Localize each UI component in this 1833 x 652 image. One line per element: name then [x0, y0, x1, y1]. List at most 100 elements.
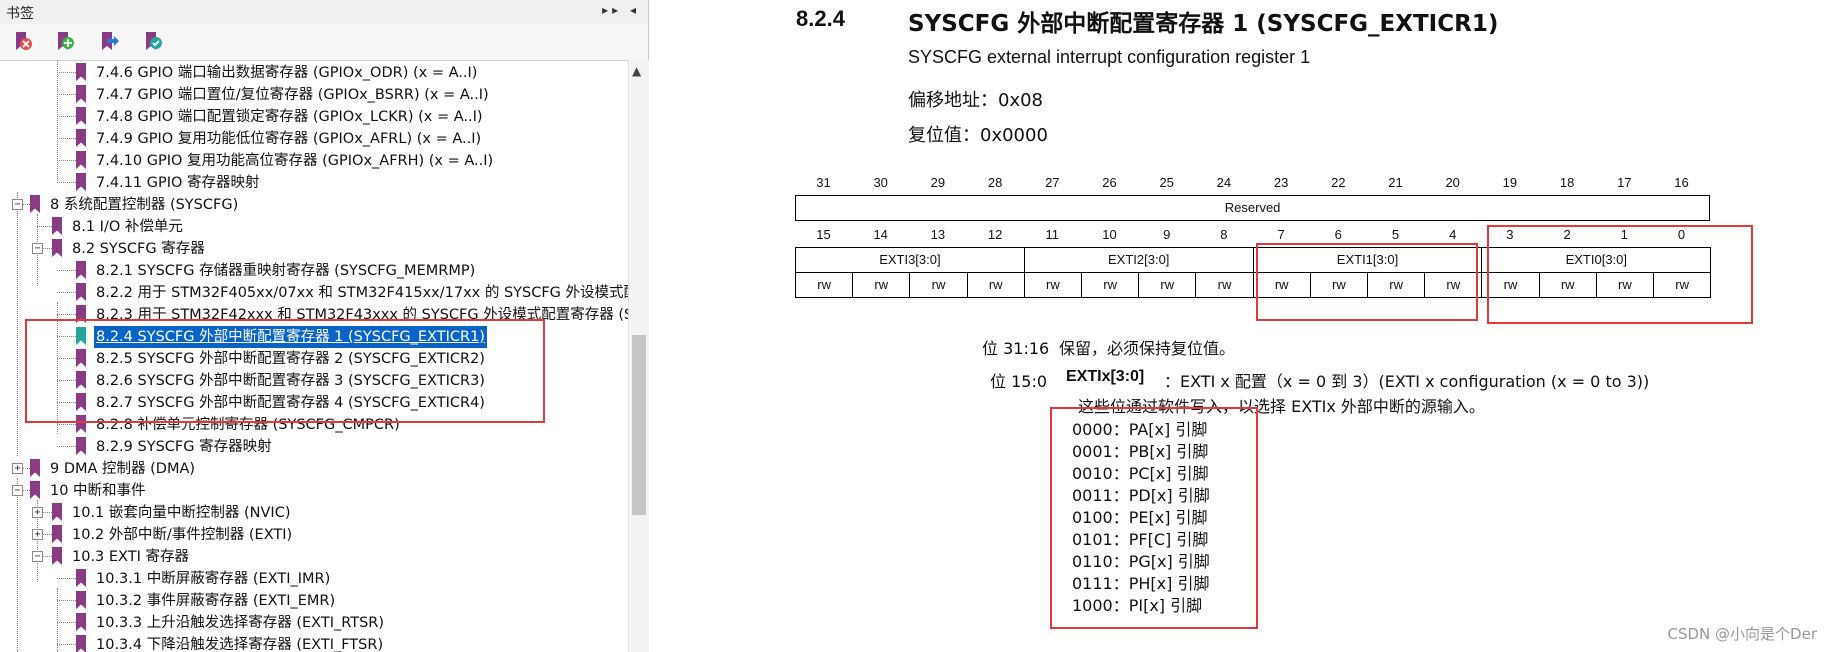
bit-number: 28 — [987, 175, 1003, 190]
bit-number: 26 — [1102, 175, 1117, 190]
bookmark-label: 10.3.4 下降沿触发选择寄存器 (EXTI_FTSR) — [96, 637, 384, 652]
panel-collapse-button[interactable]: ▸▸ ◂ — [602, 3, 640, 17]
bookmark-item[interactable]: 10.3.1 中断屏蔽寄存器 (EXTI_IMR) — [0, 568, 628, 590]
bookmark-label: 10.3.3 上升沿触发选择寄存器 (EXTI_RTSR) — [96, 615, 385, 631]
bit-number: 16 — [1674, 175, 1689, 190]
section-number: 8.2.4 — [796, 6, 845, 31]
bit-number: 4 — [1449, 227, 1457, 242]
bookmark-item[interactable]: − 10 中断和事件 — [0, 480, 628, 502]
annotation-box-exti0 — [1487, 225, 1753, 324]
bookmark-item[interactable]: − 8 系统配置控制器 (SYSCFG) — [0, 194, 628, 216]
section-subtitle: SYSCFG external interrupt configuration … — [908, 47, 1311, 67]
expand-icon[interactable]: + — [32, 507, 43, 518]
access-cell: rw — [1023, 272, 1082, 298]
tree-guide-line — [57, 270, 76, 271]
tree-guide-line — [57, 314, 76, 315]
bookmark-item[interactable]: +10.1 嵌套向量中断控制器 (NVIC) — [0, 502, 628, 524]
add-bookmark-icon[interactable] — [52, 29, 78, 55]
bit15-0-description: ：EXTI x 配置（x = 0 到 3）(EXTI x configurati… — [1164, 372, 1650, 391]
reserved-cell: Reserved — [795, 195, 1711, 221]
collapse-icon[interactable]: − — [32, 243, 43, 254]
bookmark-icon — [76, 151, 86, 169]
access-cell: rw — [1081, 272, 1140, 298]
bookmark-icon — [76, 591, 86, 609]
bookmark-label: 10.3.2 事件屏蔽寄存器 (EXTI_EMR) — [96, 593, 336, 609]
access-cell: rw — [1138, 272, 1197, 298]
bookmark-icon — [76, 107, 86, 125]
bookmark-item[interactable]: 7.4.6 GPIO 端口输出数据寄存器 (GPIOx_ODR) (x = A.… — [0, 62, 628, 84]
bookmark-icon — [76, 437, 86, 455]
bookmark-item[interactable]: 10.3.4 下降沿触发选择寄存器 (EXTI_FTSR) — [0, 634, 628, 652]
bookmark-icon — [52, 217, 62, 235]
bookmark-icon — [52, 525, 62, 543]
collapse-icon[interactable]: − — [32, 551, 43, 562]
offset-address: 偏移地址：0x08 — [908, 90, 1044, 111]
collapse-icon[interactable]: − — [12, 485, 23, 496]
bookmark-item[interactable]: 8.2.9 SYSCFG 寄存器映射 — [0, 436, 628, 458]
expand-icon[interactable]: + — [32, 529, 43, 540]
bit-number: 19 — [1502, 175, 1518, 190]
bit-number: 9 — [1163, 227, 1171, 242]
bookmark-label: 10.2 外部中断/事件控制器 (EXTI) — [72, 527, 293, 543]
tree-guide-line — [37, 226, 52, 227]
bookmark-icon — [76, 569, 86, 587]
bit-number: 20 — [1445, 175, 1460, 190]
bookmark-icon — [76, 173, 86, 191]
bookmark-icon — [30, 459, 40, 477]
bookmark-item[interactable]: 7.4.9 GPIO 复用功能低位寄存器 (GPIOx_AFRL) (x = A… — [0, 128, 628, 150]
bookmark-item[interactable]: 10.3.3 上升沿触发选择寄存器 (EXTI_RTSR) — [0, 612, 628, 634]
bookmark-item[interactable]: − 8.2 SYSCFG 寄存器 — [0, 238, 628, 260]
tree-guide-line — [57, 182, 76, 183]
bit-number: 22 — [1331, 175, 1346, 190]
tree-guide-line — [57, 600, 76, 601]
bit-number: 8 — [1220, 227, 1228, 242]
bookmark-label: 8.1 I/O 补偿单元 — [72, 219, 183, 235]
bookmark-properties-icon[interactable] — [140, 29, 166, 55]
bookmark-label: 7.4.6 GPIO 端口输出数据寄存器 (GPIOx_ODR) (x = A.… — [96, 65, 478, 81]
bookmark-icon — [52, 503, 62, 521]
bookmark-item[interactable]: +10.2 外部中断/事件控制器 (EXTI) — [0, 524, 628, 546]
bookmark-item[interactable]: − 10.3 EXTI 寄存器 — [0, 546, 628, 568]
annotation-box-options — [1050, 407, 1258, 629]
tree-guide-line — [57, 116, 76, 117]
bit-number: 29 — [930, 175, 946, 190]
expand-icon[interactable]: + — [12, 463, 23, 474]
goto-bookmark-icon[interactable] — [96, 29, 122, 55]
bookmark-item[interactable]: +9 DMA 控制器 (DMA) — [0, 458, 628, 480]
bookmark-item[interactable]: 7.4.11 GPIO 寄存器映射 — [0, 172, 628, 194]
bit15-0-label: 位 15:0 — [990, 372, 1048, 391]
bit-number: 11 — [1045, 227, 1060, 242]
bookmark-item[interactable]: 7.4.8 GPIO 端口配置锁定寄存器 (GPIOx_LCKR) (x = A… — [0, 106, 628, 128]
bookmark-icon — [76, 261, 86, 279]
bookmark-label: 10.1 嵌套向量中断控制器 (NVIC) — [72, 505, 291, 521]
bookmark-icon — [76, 129, 86, 147]
watermark: CSDN @小向是个Der — [1667, 625, 1817, 643]
bit-number: 15 — [816, 227, 831, 242]
delete-bookmark-icon[interactable] — [10, 29, 36, 55]
bit-number: 6 — [1334, 227, 1342, 242]
bookmark-label: 10.3.1 中断屏蔽寄存器 (EXTI_IMR) — [96, 571, 331, 587]
collapse-icon[interactable]: − — [12, 199, 23, 210]
bookmark-icon — [76, 63, 86, 81]
bookmark-label: 8 系统配置控制器 (SYSCFG) — [50, 197, 239, 213]
bookmark-item[interactable]: 7.4.7 GPIO 端口置位/复位寄存器 (GPIOx_BSRR) (x = … — [0, 84, 628, 106]
scroll-up-icon[interactable]: ▲ — [632, 64, 641, 78]
bookmark-item[interactable]: 10.3.2 事件屏蔽寄存器 (EXTI_EMR) — [0, 590, 628, 612]
bit-number: 21 — [1388, 175, 1403, 190]
scrollbar-thumb[interactable] — [632, 335, 646, 515]
access-cell: rw — [909, 272, 968, 298]
tree-guide-line — [57, 424, 76, 425]
bookmark-scrollbar[interactable]: ▲ — [628, 60, 649, 652]
bookmark-item[interactable]: 8.1 I/O 补偿单元 — [0, 216, 628, 238]
access-cell: rw — [1195, 272, 1254, 298]
bookmark-label: 7.4.8 GPIO 端口配置锁定寄存器 (GPIOx_LCKR) (x = A… — [96, 109, 483, 125]
bit-number: 7 — [1277, 227, 1285, 242]
bookmark-item[interactable]: 7.4.10 GPIO 复用功能高位寄存器 (GPIOx_AFRH) (x = … — [0, 150, 628, 172]
bookmark-item[interactable]: 8.2.2 用于 STM32F405xx/07xx 和 STM32F415xx/… — [0, 282, 628, 304]
bookmark-item[interactable]: 8.2.1 SYSCFG 存储器重映射寄存器 (SYSCFG_MEMRMP) — [0, 260, 628, 282]
tree-guide-line — [57, 446, 76, 447]
section-title: SYSCFG 外部中断配置寄存器 1 (SYSCFG_EXTICR1) — [908, 11, 1499, 37]
field-cell: EXTI3[3:0] — [795, 247, 1025, 273]
bookmark-label: 8.2 SYSCFG 寄存器 — [72, 241, 205, 257]
bookmark-icon — [76, 613, 86, 631]
